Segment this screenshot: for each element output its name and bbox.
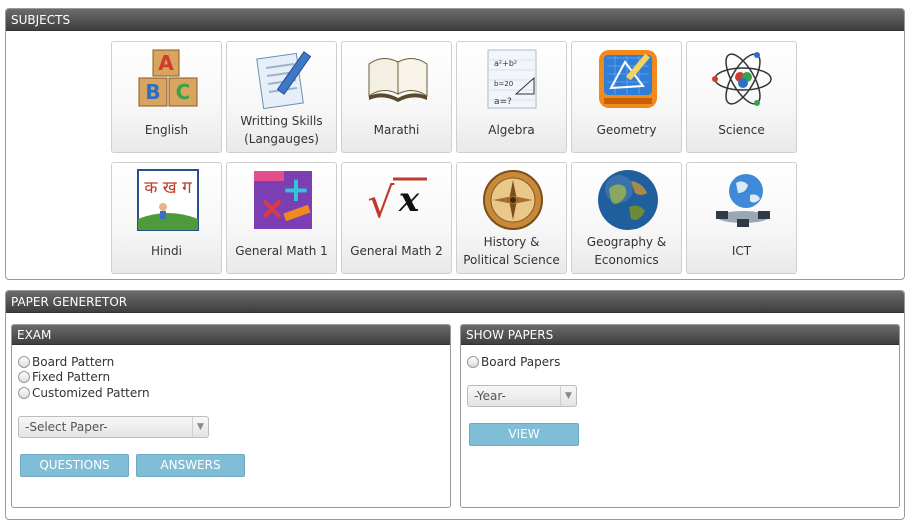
subject-tile-english[interactable]: A B C English — [111, 41, 222, 153]
subject-label: English — [144, 123, 189, 137]
svg-text:क ख ग: क ख ग — [144, 178, 192, 198]
notepad-pencil-icon — [256, 51, 312, 110]
radio-button[interactable] — [467, 355, 479, 368]
subject-label: Science — [718, 123, 765, 137]
subject-tile-algebra[interactable]: a²+b² b=20 a=? Algebra — [456, 41, 567, 153]
subject-tile-general-math-1[interactable]: + × General Math 1 — [226, 162, 337, 274]
radio-label: Fixed Pattern — [32, 369, 111, 384]
subject-label: History & Political Science — [463, 235, 560, 267]
subject-tile-hindi[interactable]: क ख ग Hindi — [111, 162, 222, 274]
subject-label: Hindi — [151, 244, 182, 258]
radio-button[interactable] — [18, 370, 30, 383]
show-papers-panel: SHOW PAPERS Board Papers -Year- ▼ VIEW — [460, 324, 900, 508]
subject-tile-science[interactable]: Science — [686, 41, 797, 153]
chevron-down-icon: ▼ — [192, 417, 208, 437]
questions-button[interactable]: QUESTIONS — [20, 454, 129, 477]
algebra-sheet-icon: a²+b² b=20 a=? — [487, 49, 537, 109]
subject-label: ICT — [731, 244, 752, 258]
svg-text:×: × — [259, 189, 286, 227]
exam-header: EXAM — [12, 325, 450, 345]
view-button[interactable]: VIEW — [469, 423, 579, 446]
chevron-down-icon: ▼ — [560, 386, 576, 406]
radio-button[interactable] — [18, 386, 30, 399]
show-papers-header: SHOW PAPERS — [461, 325, 899, 345]
subjects-header: SUBJECTS — [6, 9, 904, 31]
subject-tile-geography[interactable]: Geography & Economics — [571, 162, 682, 274]
subject-label: Algebra — [488, 123, 535, 137]
radio-board-papers[interactable]: Board Papers — [467, 354, 560, 369]
subjects-panel: SUBJECTS A B C English Writting Skills (… — [5, 8, 905, 280]
abc-blocks-icon: A B C — [138, 49, 198, 107]
atom-icon — [712, 52, 772, 106]
radio-customized-pattern[interactable]: Customized Pattern — [18, 385, 150, 400]
subject-label: General Math 1 — [235, 244, 328, 258]
year-dropdown[interactable]: -Year- ▼ — [467, 385, 577, 407]
svg-text:b=20: b=20 — [494, 80, 513, 88]
radio-label: Board Pattern — [32, 354, 115, 369]
exam-panel: EXAM Board Pattern Fixed Pattern Customi… — [11, 324, 451, 508]
subject-label: Geometry — [596, 123, 657, 137]
radio-label: Customized Pattern — [32, 385, 150, 400]
radio-board-pattern[interactable]: Board Pattern — [18, 354, 114, 369]
subject-tile-writing-skills[interactable]: Writting Skills (Langauges) — [226, 41, 337, 153]
open-book-icon — [368, 58, 428, 102]
year-value: -Year- — [474, 389, 506, 403]
math-symbols-icon: + × — [254, 170, 312, 229]
radio-fixed-pattern[interactable]: Fixed Pattern — [18, 369, 110, 384]
svg-text:a²+b²: a²+b² — [494, 59, 517, 68]
select-paper-dropdown[interactable]: -Select Paper- ▼ — [18, 416, 209, 438]
subject-tile-history[interactable]: History & Political Science — [456, 162, 567, 274]
hindi-letters-icon: क ख ग — [137, 169, 199, 231]
svg-text:x: x — [398, 180, 420, 220]
answers-button[interactable]: ANSWERS — [136, 454, 245, 477]
svg-text:√: √ — [368, 178, 395, 227]
paper-generator-header: PAPER GENERETOR — [6, 291, 904, 313]
subject-tile-ict[interactable]: ICT — [686, 162, 797, 274]
subject-label: Writting Skills (Langauges) — [240, 114, 323, 146]
geometry-app-icon — [599, 50, 657, 108]
subject-label: Geography & Economics — [586, 235, 667, 267]
subject-tile-general-math-2[interactable]: √ x General Math 2 — [341, 162, 452, 274]
svg-text:B: B — [145, 80, 160, 104]
subject-label: General Math 2 — [350, 244, 443, 258]
select-paper-value: -Select Paper- — [25, 420, 108, 434]
subject-tile-marathi[interactable]: Marathi — [341, 41, 452, 153]
compass-icon — [483, 170, 543, 230]
subject-label: Marathi — [373, 123, 420, 137]
paper-generator-panel: PAPER GENERETOR EXAM Board Pattern Fixed… — [5, 290, 905, 520]
svg-text:+: + — [282, 170, 311, 210]
radio-button[interactable] — [18, 355, 30, 368]
network-globe-icon — [716, 174, 770, 227]
square-root-icon: √ x — [368, 177, 427, 227]
svg-text:a=?: a=? — [494, 97, 512, 107]
radio-label: Board Papers — [481, 354, 561, 369]
svg-text:A: A — [158, 51, 174, 75]
svg-text:C: C — [176, 80, 191, 104]
globe-icon — [598, 170, 658, 230]
subject-tile-geometry[interactable]: Geometry — [571, 41, 682, 153]
